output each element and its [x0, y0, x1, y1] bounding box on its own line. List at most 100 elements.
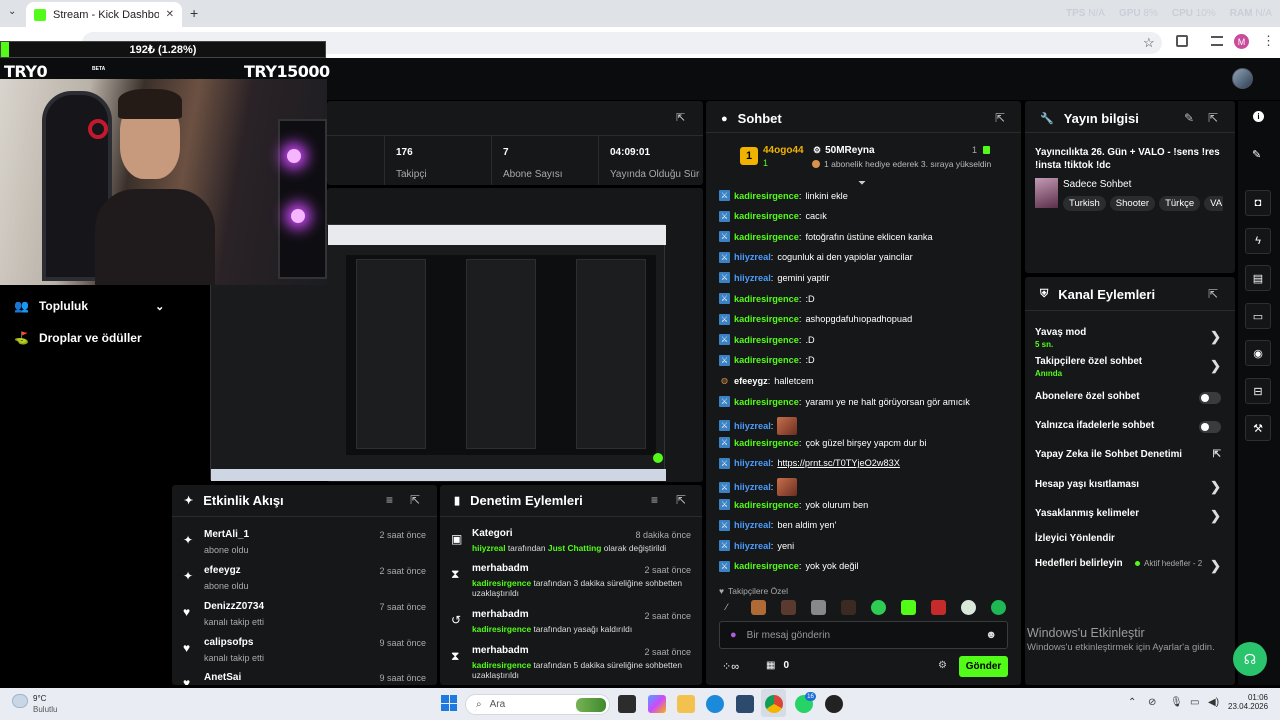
- subscribers-only-toggle[interactable]: [1199, 392, 1221, 404]
- goal-current: 192₺ (1.28%): [129, 44, 197, 56]
- emote-button[interactable]: [781, 600, 796, 615]
- account-age-row[interactable]: Hesap yaşı kısıtlaması ❯: [1035, 479, 1225, 494]
- mic-icon[interactable]: 🎙: [1170, 697, 1183, 708]
- extensions-icon[interactable]: [1176, 35, 1188, 47]
- bookmark-star-icon[interactable]: ☆: [1143, 35, 1155, 51]
- popout-icon[interactable]: ⇱: [410, 493, 420, 507]
- task-view-icon[interactable]: [618, 695, 636, 713]
- chat-username[interactable]: hiiyzreal: [734, 252, 771, 262]
- points-row[interactable]: ⁘∞: [722, 660, 739, 673]
- emote-button[interactable]: [751, 600, 766, 615]
- emote-button[interactable]: [871, 600, 886, 615]
- weather-desc[interactable]: Bulutlu: [33, 705, 57, 714]
- chat-input[interactable]: ● Bir mesaj gönderin ☻: [719, 621, 1008, 649]
- emotes-only-row[interactable]: Yalnızca ifadelerle sohbet: [1035, 420, 1225, 434]
- browser-menu-icon[interactable]: ⋮: [1262, 33, 1275, 49]
- chat-username[interactable]: hiiyzreal: [734, 520, 771, 530]
- popout-icon[interactable]: ⇱: [1208, 111, 1218, 125]
- chat-username[interactable]: hiiyzreal: [734, 541, 771, 551]
- reading-list-icon[interactable]: [1211, 36, 1223, 46]
- tag: Turkish: [1063, 196, 1106, 211]
- camera-tool-button[interactable]: ◘: [1245, 190, 1271, 216]
- broadcast-tool-button[interactable]: ◉: [1245, 340, 1271, 366]
- filter-icon[interactable]: ≡: [386, 493, 393, 507]
- browser-tab[interactable]: Stream - Kick Dashboard ✕: [26, 2, 182, 27]
- emote-button[interactable]: [961, 600, 976, 615]
- store-icon[interactable]: [736, 695, 754, 713]
- close-tab-icon[interactable]: ✕: [166, 9, 174, 20]
- sidebar-item-community[interactable]: 👥 Topluluk ⌄: [14, 299, 164, 313]
- profile-avatar[interactable]: M: [1234, 34, 1249, 49]
- chrome-icon[interactable]: [765, 695, 783, 713]
- file-explorer-icon[interactable]: [677, 695, 695, 713]
- chat-username[interactable]: hiiyzreal: [734, 482, 771, 492]
- layout-tool-button[interactable]: ⊟: [1245, 378, 1271, 404]
- chat-username[interactable]: kadiresirgence: [734, 211, 799, 221]
- emote-tab-icon[interactable]: ⁄: [726, 602, 728, 612]
- chat-username[interactable]: kadiresirgence: [734, 191, 799, 201]
- chat-username[interactable]: kadiresirgence: [734, 314, 799, 324]
- chat-username[interactable]: hiiyzreal: [734, 273, 771, 283]
- emote-button[interactable]: [811, 600, 826, 615]
- expand-icon[interactable]: ⏷: [858, 178, 866, 189]
- user-avatar[interactable]: [1232, 68, 1253, 89]
- copilot-icon[interactable]: [648, 695, 666, 713]
- chat-username[interactable]: kadiresirgence: [734, 500, 799, 510]
- obs-icon[interactable]: [825, 695, 843, 713]
- popout-icon[interactable]: ⇱: [1208, 287, 1218, 301]
- emote-button[interactable]: [901, 600, 916, 615]
- emote-button[interactable]: [841, 600, 856, 615]
- new-tab-button[interactable]: +: [190, 5, 198, 21]
- emoji-icon[interactable]: ☻: [985, 629, 997, 641]
- help-chat-button[interactable]: ☊: [1233, 642, 1267, 676]
- chat-tool-button[interactable]: ▭: [1245, 303, 1271, 329]
- lightning-tool-button[interactable]: ϟ: [1245, 228, 1271, 254]
- chat-username[interactable]: kadiresirgence: [734, 397, 799, 407]
- emote-button[interactable]: [931, 600, 946, 615]
- sidebar-item-drops[interactable]: ⛳ Droplar ve ödüller: [14, 331, 142, 345]
- popout-icon[interactable]: ⇱: [676, 111, 685, 124]
- chevron-up-icon[interactable]: ⌃: [1128, 697, 1136, 708]
- send-button[interactable]: Gönder: [959, 656, 1008, 677]
- chat-username[interactable]: kadiresirgence: [734, 232, 799, 242]
- chat-username[interactable]: hiiyzreal: [734, 458, 771, 468]
- clock[interactable]: 01:06 23.04.2026: [1228, 693, 1268, 711]
- banned-words-row[interactable]: Yasaklanmış kelimeler ❯: [1035, 508, 1225, 523]
- chat-username[interactable]: kadiresirgence: [734, 355, 799, 365]
- edge-icon[interactable]: [706, 695, 724, 713]
- chat-username[interactable]: kadiresirgence: [734, 561, 799, 571]
- followers-only-row[interactable]: Takipçilere özel sohbet Anında ❯: [1035, 356, 1225, 378]
- subscribers-only-row[interactable]: Abonelere özel sohbet: [1035, 391, 1225, 405]
- chat-link[interactable]: https://prnt.sc/T0TYjeO2w83X: [777, 458, 900, 468]
- start-button[interactable]: [441, 695, 457, 711]
- edit-icon[interactable]: ✎: [1184, 111, 1194, 125]
- chat-username[interactable]: kadiresirgence: [734, 294, 799, 304]
- weather-cloud-icon[interactable]: [12, 694, 28, 708]
- mic-icon[interactable]: ●: [730, 629, 737, 641]
- filter-icon[interactable]: ≡: [651, 493, 658, 507]
- chat-username[interactable]: efeeygz: [734, 376, 768, 386]
- emote-button[interactable]: [991, 600, 1006, 615]
- edit-icon[interactable]: ✎: [1252, 148, 1261, 161]
- network-icon[interactable]: ⊘: [1148, 697, 1156, 708]
- popout-icon[interactable]: ⇱: [676, 493, 686, 507]
- chat-username[interactable]: hiiyzreal: [734, 421, 771, 431]
- popout-icon[interactable]: ⇱: [995, 111, 1005, 125]
- emotes-only-toggle[interactable]: [1199, 421, 1221, 433]
- raid-row[interactable]: İzleyici Yönlendir: [1035, 533, 1225, 547]
- tab-list-icon[interactable]: ⌄: [8, 6, 16, 17]
- goals-row[interactable]: Hedefleri belirleyin Aktif hedefler - 2 …: [1035, 558, 1225, 573]
- ai-moderation-row[interactable]: Yapay Zeka ile Sohbet Denetimi ⇱: [1035, 449, 1225, 463]
- display-icon[interactable]: ▭: [1190, 697, 1199, 708]
- taskbar-search[interactable]: ⌕ Ara: [465, 694, 610, 715]
- slow-mode-row[interactable]: Yavaş mod 5 sn. ❯: [1035, 327, 1225, 349]
- points-balance[interactable]: ▦ 0: [766, 660, 789, 671]
- info-icon[interactable]: i: [1253, 111, 1264, 122]
- wrench-tool-button[interactable]: ⚒: [1245, 415, 1271, 441]
- settings-icon[interactable]: ⚙: [938, 660, 947, 671]
- chat-username[interactable]: kadiresirgence: [734, 335, 799, 345]
- weather-temp[interactable]: 9°C: [33, 694, 46, 703]
- document-tool-button[interactable]: ▤: [1245, 265, 1271, 291]
- volume-icon[interactable]: ◀): [1208, 697, 1219, 708]
- chat-username[interactable]: kadiresirgence: [734, 438, 799, 448]
